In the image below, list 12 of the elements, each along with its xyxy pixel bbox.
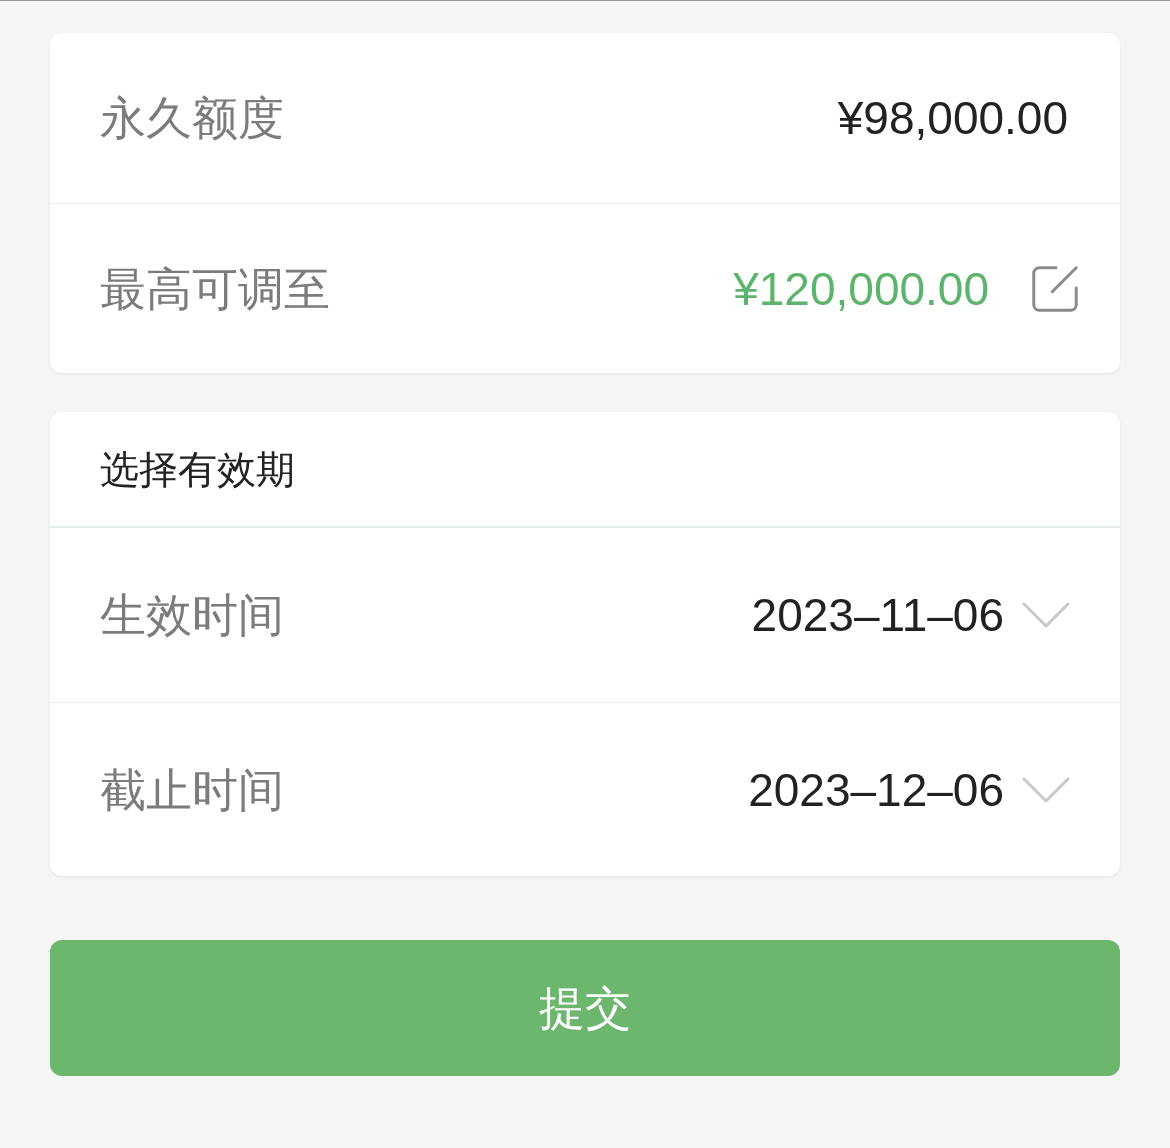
limit-label: 最高可调至 bbox=[100, 265, 330, 312]
limit-amount: ¥120,000.00 bbox=[733, 265, 989, 312]
chevron-down-icon bbox=[1022, 776, 1070, 803]
limit-amount: ¥98,000.00 bbox=[837, 95, 1068, 141]
edit-icon[interactable] bbox=[1031, 264, 1079, 313]
date-dropdown[interactable]: 2023–11–06 bbox=[751, 592, 1070, 638]
section-title: 选择有效期 bbox=[100, 449, 295, 489]
chevron-down-icon bbox=[1022, 602, 1070, 628]
date-label: 生效时间 bbox=[100, 592, 284, 638]
limit-label: 永久额度 bbox=[100, 95, 284, 141]
date-label: 截止时间 bbox=[100, 766, 284, 813]
date-dropdown[interactable]: 2023–12–06 bbox=[748, 766, 1070, 813]
